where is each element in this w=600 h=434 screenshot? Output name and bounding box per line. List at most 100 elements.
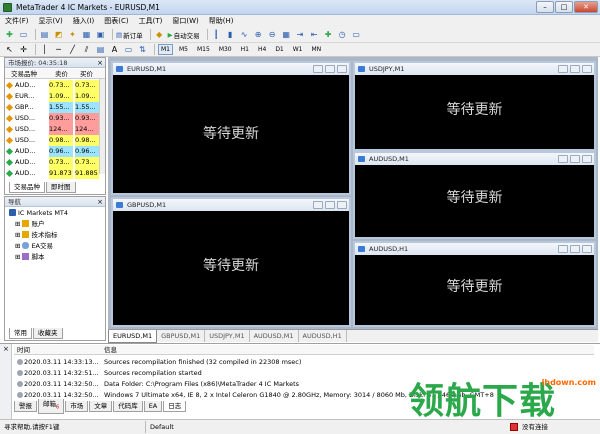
chart-window-gbpusd-m1[interactable]: GBPUSD,M1 等待更新 — [111, 197, 351, 327]
quote-row[interactable]: AUD... 0.96... 0.96... — [5, 146, 99, 157]
column-info[interactable]: 信息 — [104, 345, 117, 355]
timeframe-m30[interactable]: M30 — [216, 44, 235, 55]
profiles-icon[interactable]: ▭ — [18, 29, 29, 40]
tab-mailbox[interactable]: 邮箱6 — [38, 399, 65, 414]
tester-icon[interactable]: ▣ — [95, 29, 106, 40]
tab-alerts[interactable]: 警报 — [14, 401, 37, 412]
timeframe-m5[interactable]: M5 — [176, 44, 191, 55]
menu-file[interactable]: 文件(F) — [0, 15, 34, 27]
market-watch-icon[interactable]: ▤ — [39, 29, 50, 40]
chart-tab-usdjpy-m1[interactable]: USDJPY,M1 — [205, 330, 250, 342]
quote-row[interactable]: USD... 124... 124... — [5, 124, 99, 135]
maximize-button[interactable]: □ — [555, 1, 573, 13]
tile-windows-icon[interactable]: ▦ — [281, 29, 292, 40]
periods-icon[interactable]: ◷ — [337, 29, 348, 40]
close-button[interactable]: ✕ — [574, 1, 598, 13]
minimize-button[interactable] — [313, 65, 323, 73]
cursor-icon[interactable]: ↖ — [4, 44, 15, 55]
trendline-icon[interactable]: ╱ — [67, 44, 78, 55]
quote-row[interactable]: AUD... 0.73... 0.73... — [5, 80, 99, 91]
text-icon[interactable]: A — [109, 44, 120, 55]
chart-tab-audusd-h1[interactable]: AUDUSD,H1 — [299, 330, 347, 342]
market-watch-scrollbar[interactable] — [99, 79, 105, 174]
arrows-icon[interactable]: ⇅ — [137, 44, 148, 55]
maximize-button[interactable] — [325, 201, 335, 209]
new-chart-icon[interactable]: ✚ — [4, 29, 15, 40]
terminal-side-handle[interactable]: × — [0, 344, 12, 420]
timeframe-m1[interactable]: M1 — [158, 44, 173, 55]
log-row[interactable]: 2020.03.11 14:33:13... Sources recompilat… — [14, 357, 594, 367]
new-order-button[interactable]: ▤ 新订单 — [116, 30, 143, 40]
navigator-icon[interactable]: ✦ — [67, 29, 78, 40]
panel-close-icon[interactable]: × — [3, 345, 9, 353]
indicators-icon[interactable]: ✚ — [323, 29, 334, 40]
column-ask[interactable]: 买价 — [80, 69, 93, 79]
label-icon[interactable]: ▭ — [123, 44, 134, 55]
terminal-icon[interactable]: ▦ — [81, 29, 92, 40]
nav-expert-advisors[interactable]: ⊞ EA交易 — [15, 241, 53, 251]
quote-row[interactable]: AUD... 91.873 91.885 — [5, 168, 99, 179]
line-chart-icon[interactable]: ∿ — [239, 29, 250, 40]
maximize-button[interactable] — [570, 65, 580, 73]
menu-window[interactable]: 窗口(W) — [167, 15, 203, 27]
quote-row[interactable]: EUR... 1.09... 1.09... — [5, 91, 99, 102]
chart-shift-icon[interactable]: ⇤ — [309, 29, 320, 40]
chart-tab-audusd-m1[interactable]: AUDUSD,M1 — [250, 330, 299, 342]
timeframe-d1[interactable]: D1 — [272, 44, 286, 55]
tab-code-base[interactable]: 代码库 — [113, 401, 143, 412]
chart-window-eurusd-m1[interactable]: EURUSD,M1 等待更新 — [111, 61, 351, 195]
panel-close-icon[interactable]: × — [97, 59, 103, 67]
chart-tab-gbpusd-m1[interactable]: GBPUSD,M1 — [157, 330, 206, 342]
minimize-button[interactable] — [313, 201, 323, 209]
metaeditor-icon[interactable]: ◆ — [154, 29, 165, 40]
minimize-button[interactable] — [558, 245, 568, 253]
maximize-button[interactable] — [570, 155, 580, 163]
menu-help[interactable]: 帮助(H) — [204, 15, 239, 27]
menu-tools[interactable]: 工具(T) — [134, 15, 168, 27]
column-symbol[interactable]: 交易品种 — [11, 69, 37, 79]
close-button[interactable] — [337, 65, 347, 73]
tab-articles[interactable]: 文章 — [89, 401, 113, 412]
column-bid[interactable]: 卖价 — [55, 69, 68, 79]
crosshair-icon[interactable]: ✛ — [18, 44, 29, 55]
column-time[interactable]: 时间 — [17, 345, 30, 355]
chart-window-audusd-h1[interactable]: AUDUSD,H1 等待更新 — [353, 241, 596, 327]
menu-charts[interactable]: 图表(C) — [99, 15, 133, 27]
fibonacci-icon[interactable]: ▤ — [95, 44, 106, 55]
log-row[interactable]: 2020.03.11 14:32:51... Sources recompilat… — [14, 368, 594, 378]
tab-favorites[interactable]: 收藏夹 — [33, 328, 63, 339]
chart-window-audusd-m1[interactable]: AUDUSD,M1 等待更新 — [353, 151, 596, 239]
tab-common[interactable]: 常用 — [9, 328, 32, 339]
candlestick-icon[interactable]: ▮ — [225, 29, 236, 40]
minimize-button[interactable] — [558, 155, 568, 163]
close-button[interactable] — [582, 155, 592, 163]
quote-row[interactable]: GBP... 1.55... 1.55... — [5, 102, 99, 113]
tab-market[interactable]: 市场 — [65, 401, 89, 412]
bar-chart-icon[interactable]: ┃ — [211, 29, 222, 40]
timeframe-m15[interactable]: M15 — [194, 44, 213, 55]
timeframe-h4[interactable]: H4 — [255, 44, 269, 55]
tab-journal[interactable]: 日志 — [163, 401, 187, 412]
data-window-icon[interactable]: ◩ — [53, 29, 64, 40]
tab-tick-chart[interactable]: 即时图 — [46, 182, 76, 193]
channel-icon[interactable]: ⫽ — [81, 44, 92, 55]
maximize-button[interactable] — [570, 245, 580, 253]
nav-scripts[interactable]: ⊞ 脚本 — [15, 252, 44, 262]
timeframe-mn[interactable]: MN — [309, 44, 325, 55]
menu-view[interactable]: 显示(V) — [34, 15, 68, 27]
nav-indicators[interactable]: ⊞ 技术指标 — [15, 230, 57, 240]
templates-icon[interactable]: ▭ — [351, 29, 362, 40]
autoscroll-icon[interactable]: ⇥ — [295, 29, 306, 40]
chart-window-usdjpy-m1[interactable]: USDJPY,M1 等待更新 — [353, 61, 596, 151]
timeframe-h1[interactable]: H1 — [238, 44, 252, 55]
zoom-in-icon[interactable]: ⊕ — [253, 29, 264, 40]
maximize-button[interactable] — [325, 65, 335, 73]
minimize-button[interactable]: – — [536, 1, 554, 13]
horizontal-line-icon[interactable]: ─ — [53, 44, 64, 55]
nav-accounts[interactable]: ⊞ 账户 — [15, 219, 44, 229]
tab-symbols[interactable]: 交易品种 — [9, 182, 45, 193]
close-button[interactable] — [582, 245, 592, 253]
tab-experts[interactable]: EA — [143, 401, 163, 412]
quote-row[interactable]: AUD... 0.73... 0.73... — [5, 157, 99, 168]
vertical-line-icon[interactable]: │ — [39, 44, 50, 55]
